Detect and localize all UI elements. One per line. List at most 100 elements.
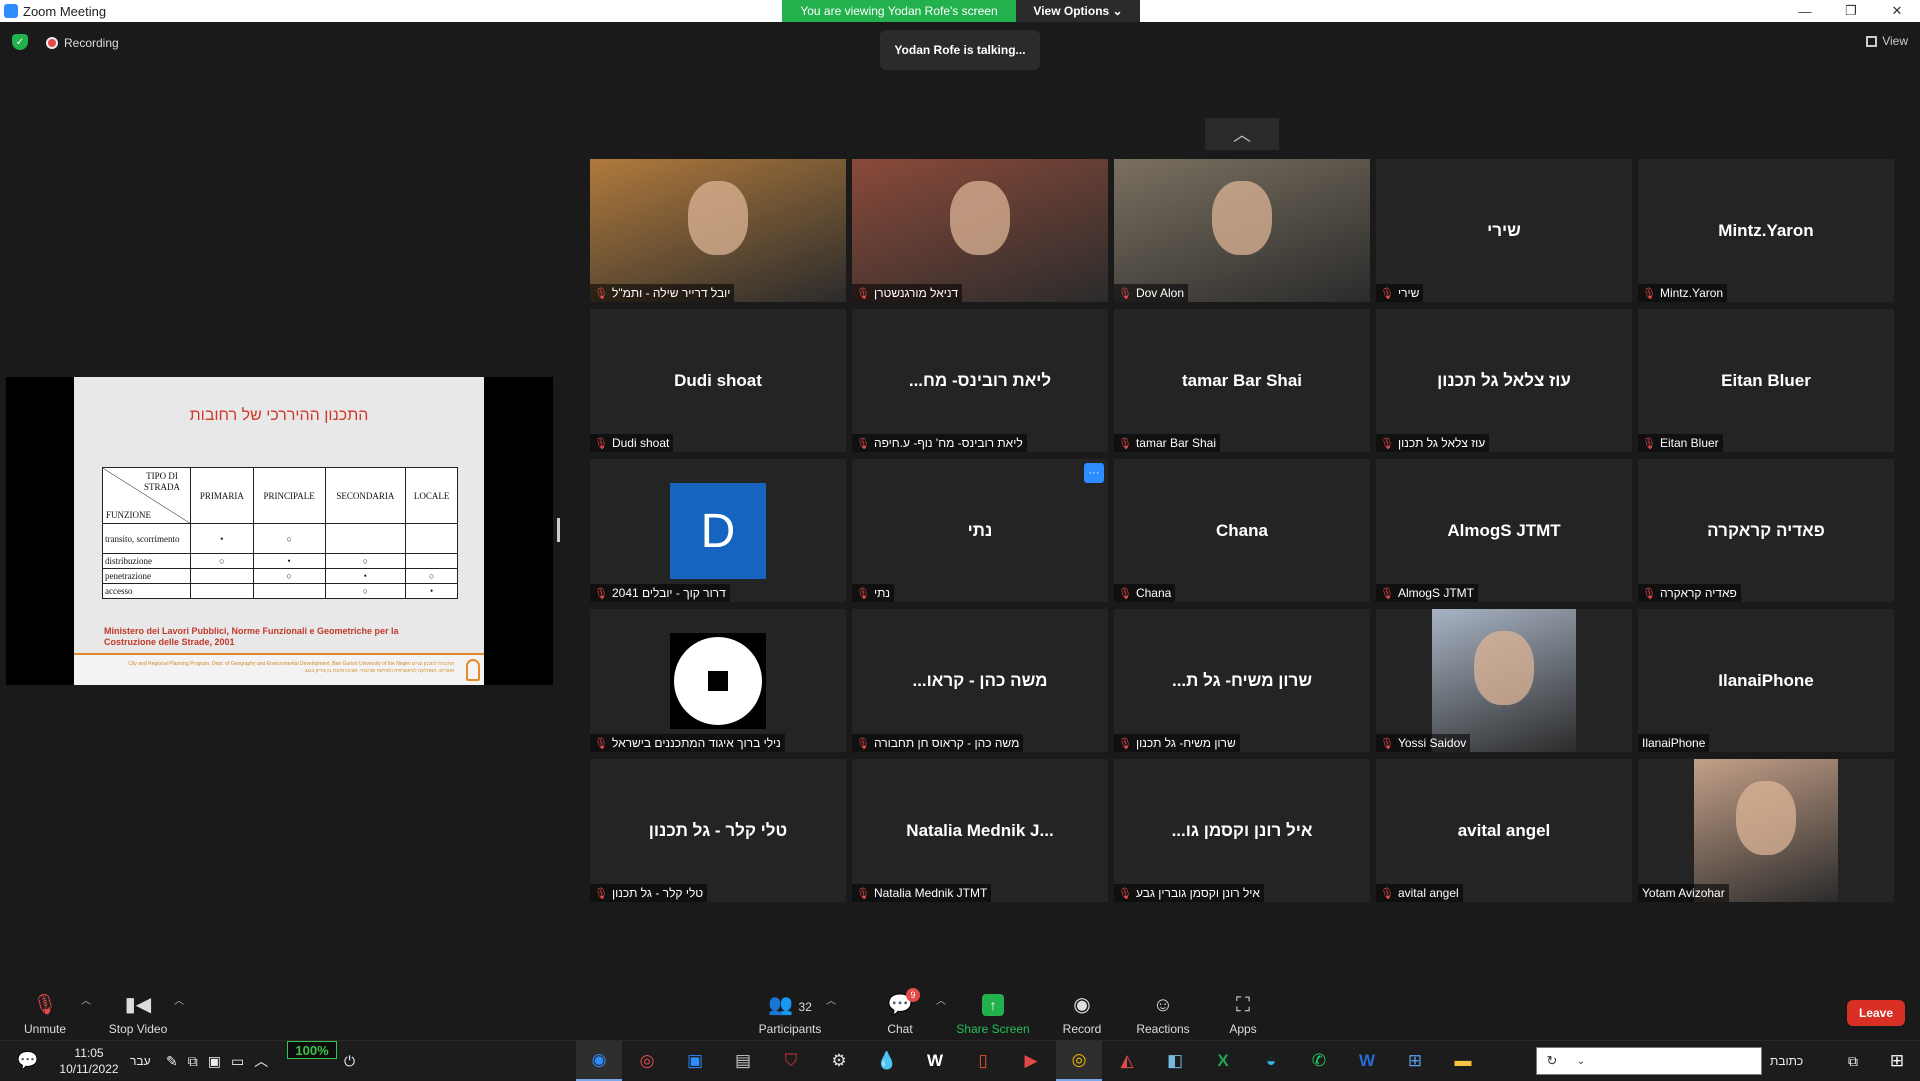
share-screen-arrow-icon: ↑ (982, 994, 1004, 1016)
minimize-button[interactable]: — (1782, 0, 1828, 22)
settings-gear-icon[interactable]: ⚙ (816, 1041, 862, 1081)
stop-video-button[interactable]: ▮◀ Stop Video ︿ (98, 984, 184, 1036)
close-button[interactable]: ✕ (1874, 0, 1920, 22)
folder-icon[interactable]: ▬ (1440, 1041, 1486, 1081)
participant-tile[interactable]: 🎙 נילי ברוך איגוד המתכננים בישראל (590, 609, 846, 752)
participant-name-label: 🎙 נתי (852, 584, 895, 602)
record-button[interactable]: ◉ Record (1042, 984, 1122, 1036)
participants-caret-icon[interactable]: ︿ (826, 992, 836, 1007)
chrome-taskbar-icon[interactable]: ◎ (624, 1041, 670, 1081)
participant-tile[interactable]: Natalia Mednik J... 🎙 Natalia Mednik JTMT (852, 759, 1108, 902)
pen-icon[interactable]: ✎ (166, 1053, 178, 1070)
participant-display-name: Chana (1216, 520, 1268, 540)
wikipedia-icon[interactable]: W (912, 1041, 958, 1081)
language-indicator[interactable]: עבר (130, 1041, 151, 1081)
paint-drop-icon[interactable]: 💧 (864, 1041, 910, 1081)
participant-tile[interactable]: 🎙 דניאל מורגנשטרן (852, 159, 1108, 302)
shared-screen[interactable]: התכנון ההיררכי של רחובות TIPO DI STRADA … (6, 377, 553, 685)
power-icon[interactable]: ▭ (231, 1053, 244, 1070)
participant-tile[interactable]: שירי 🎙 שירי (1376, 159, 1632, 302)
youtube-icon[interactable]: ▶ (1008, 1041, 1054, 1081)
windows-start-icon[interactable]: ⊞ (1874, 1041, 1920, 1081)
participant-more-options-button[interactable]: ··· (1084, 463, 1104, 483)
audio-options-caret-icon[interactable]: ︿ (81, 992, 91, 1007)
zoom-meetings-taskbar-icon[interactable]: ▣ (672, 1041, 718, 1081)
zoom-taskbar-icon[interactable]: ◉ (576, 1041, 622, 1081)
stop-video-label: Stop Video (108, 1022, 168, 1036)
word-icon[interactable]: W (1344, 1041, 1390, 1081)
security-shield-icon[interactable]: ✓ (12, 34, 28, 50)
whatsapp-icon[interactable]: ✆ (1296, 1041, 1342, 1081)
participant-tile[interactable]: ...איל רונן וקסמן גו 🎙 איל רונן וקסמן גובר… (1114, 759, 1370, 902)
mcafee-taskbar-icon[interactable]: ⛉ (768, 1041, 814, 1081)
participant-tile[interactable]: AlmogS JTMT 🎙 AlmogS JTMT (1376, 459, 1632, 602)
video-options-caret-icon[interactable]: ︿ (174, 992, 184, 1007)
muted-mic-icon: 🎙 (1380, 887, 1394, 900)
participant-tile[interactable]: Yotam Avizohar (1638, 759, 1894, 902)
apps-button[interactable]: ⛶ Apps (1203, 984, 1283, 1036)
participants-button[interactable]: 👥 32 Participants ︿ (750, 984, 836, 1036)
panel-resize-handle[interactable] (557, 518, 560, 542)
leave-button[interactable]: Leave (1847, 1000, 1905, 1026)
participant-tile[interactable]: 🎙 Yossi Saidov (1376, 609, 1632, 752)
participant-tile[interactable]: 🎙 יובל דרייר שילה - ותמ"ל (590, 159, 846, 302)
chat-button[interactable]: 💬 9 Chat ︿ (860, 984, 946, 1036)
muted-mic-icon: 🎙 (1380, 287, 1394, 300)
acrobat-icon[interactable]: ◭ (1104, 1041, 1150, 1081)
table-cell (405, 523, 458, 554)
participant-tile[interactable]: tamar Bar Shai 🎙 tamar Bar Shai (1114, 309, 1370, 452)
network-icon[interactable]: ⧉ (188, 1053, 198, 1070)
participant-tile[interactable]: פאדיה קראקרה 🎙 פאדיה קראקרה (1638, 459, 1894, 602)
participant-tile[interactable]: ...משה כהן - קראו 🎙 משה כהן - קראוס חן תחב… (852, 609, 1108, 752)
share-screen-label: Share Screen (956, 1022, 1030, 1036)
recording-indicator[interactable]: Recording (46, 36, 119, 50)
view-options-button[interactable]: View Options ⌄ (1016, 0, 1140, 22)
participant-tile[interactable]: עוז צלאל גל תכנון 🎙 עוז צלאל גל תכנון (1376, 309, 1632, 452)
participant-display-name: טלי קלר - גל תכנון (648, 820, 788, 840)
unmute-button[interactable]: 🎙 Unmute ︿ (5, 984, 91, 1036)
participant-display-name: Eitan Bluer (1721, 370, 1811, 390)
participant-tile[interactable]: IlanaiPhone IlanaiPhone (1638, 609, 1894, 752)
plug-icon[interactable]: ⏻ (344, 1041, 355, 1081)
reactions-button[interactable]: ☺ Reactions (1123, 984, 1203, 1036)
table-cell: ○ (190, 553, 254, 569)
view-button[interactable]: View (1866, 34, 1908, 48)
edge-icon[interactable]: ◒ (1248, 1041, 1294, 1081)
muted-mic-icon: 🎙 (32, 994, 58, 1016)
microsoft-store-icon[interactable]: ⊞ (1392, 1041, 1438, 1081)
address-search-box[interactable]: ↻ ⌄ (1536, 1047, 1762, 1075)
show-hidden-icons-chevron-icon[interactable]: ︿ (254, 1051, 268, 1071)
gallery-scroll-up-button[interactable]: ︿ (1205, 118, 1279, 150)
muted-mic-icon: 🎙 (1380, 737, 1394, 750)
excel-icon[interactable]: X (1200, 1041, 1246, 1081)
participant-tile[interactable]: Mintz.Yaron 🎙 Mintz.Yaron (1638, 159, 1894, 302)
reactions-label: Reactions (1136, 1022, 1190, 1036)
display-icon[interactable]: ▣ (208, 1053, 221, 1070)
store-icon[interactable]: ◧ (1152, 1041, 1198, 1081)
task-view-icon[interactable]: ⧉ (1830, 1041, 1876, 1081)
participant-tile[interactable]: ...ליאת רובינס- מח 🎙 ליאת רובינס- מח' נוף-… (852, 309, 1108, 452)
refresh-icon[interactable]: ↻ (1537, 1048, 1567, 1074)
participant-tile[interactable]: Dudi shoat 🎙 Dudi shoat (590, 309, 846, 452)
file-explorer-window-icon[interactable]: ▤ (720, 1041, 766, 1081)
participant-name: Yossi Saidov (1397, 736, 1467, 750)
maximize-button[interactable]: ❐ (1828, 0, 1874, 22)
participant-tile[interactable]: D 🎙 דרור קוך - יובלים 2041 (590, 459, 846, 602)
notification-center-icon[interactable]: 💬 (8, 1041, 48, 1081)
participant-tile[interactable]: avital angel 🎙 avital angel (1376, 759, 1632, 902)
participant-name-label: 🎙 tamar Bar Shai (1114, 434, 1221, 452)
office-icon[interactable]: ▯ (960, 1041, 1006, 1081)
share-screen-button[interactable]: ↑ Share Screen (953, 984, 1033, 1036)
participant-tile[interactable]: ...שרון משיח- גל ת 🎙 שרון משיח- גל תכנון (1114, 609, 1370, 752)
clock[interactable]: 11:05 10/11/2022 (58, 1041, 120, 1081)
participant-tile[interactable]: נתי ··· 🎙 נתי (852, 459, 1108, 602)
chrome-active-taskbar-icon[interactable]: ◎ (1056, 1041, 1102, 1081)
participant-tile[interactable]: Eitan Bluer 🎙 Eitan Bluer (1638, 309, 1894, 452)
table-cell: ○ (252, 568, 326, 584)
participant-tile[interactable]: Chana 🎙 Chana (1114, 459, 1370, 602)
participant-tile[interactable]: 🎙 Dov Alon (1114, 159, 1370, 302)
participant-name: שרון משיח- גל תכנון (1135, 736, 1236, 750)
dropdown-chevron-icon[interactable]: ⌄ (1569, 1048, 1593, 1074)
chat-caret-icon[interactable]: ︿ (936, 992, 946, 1007)
participant-tile[interactable]: טלי קלר - גל תכנון 🎙 טלי קלר - גל תכנון (590, 759, 846, 902)
